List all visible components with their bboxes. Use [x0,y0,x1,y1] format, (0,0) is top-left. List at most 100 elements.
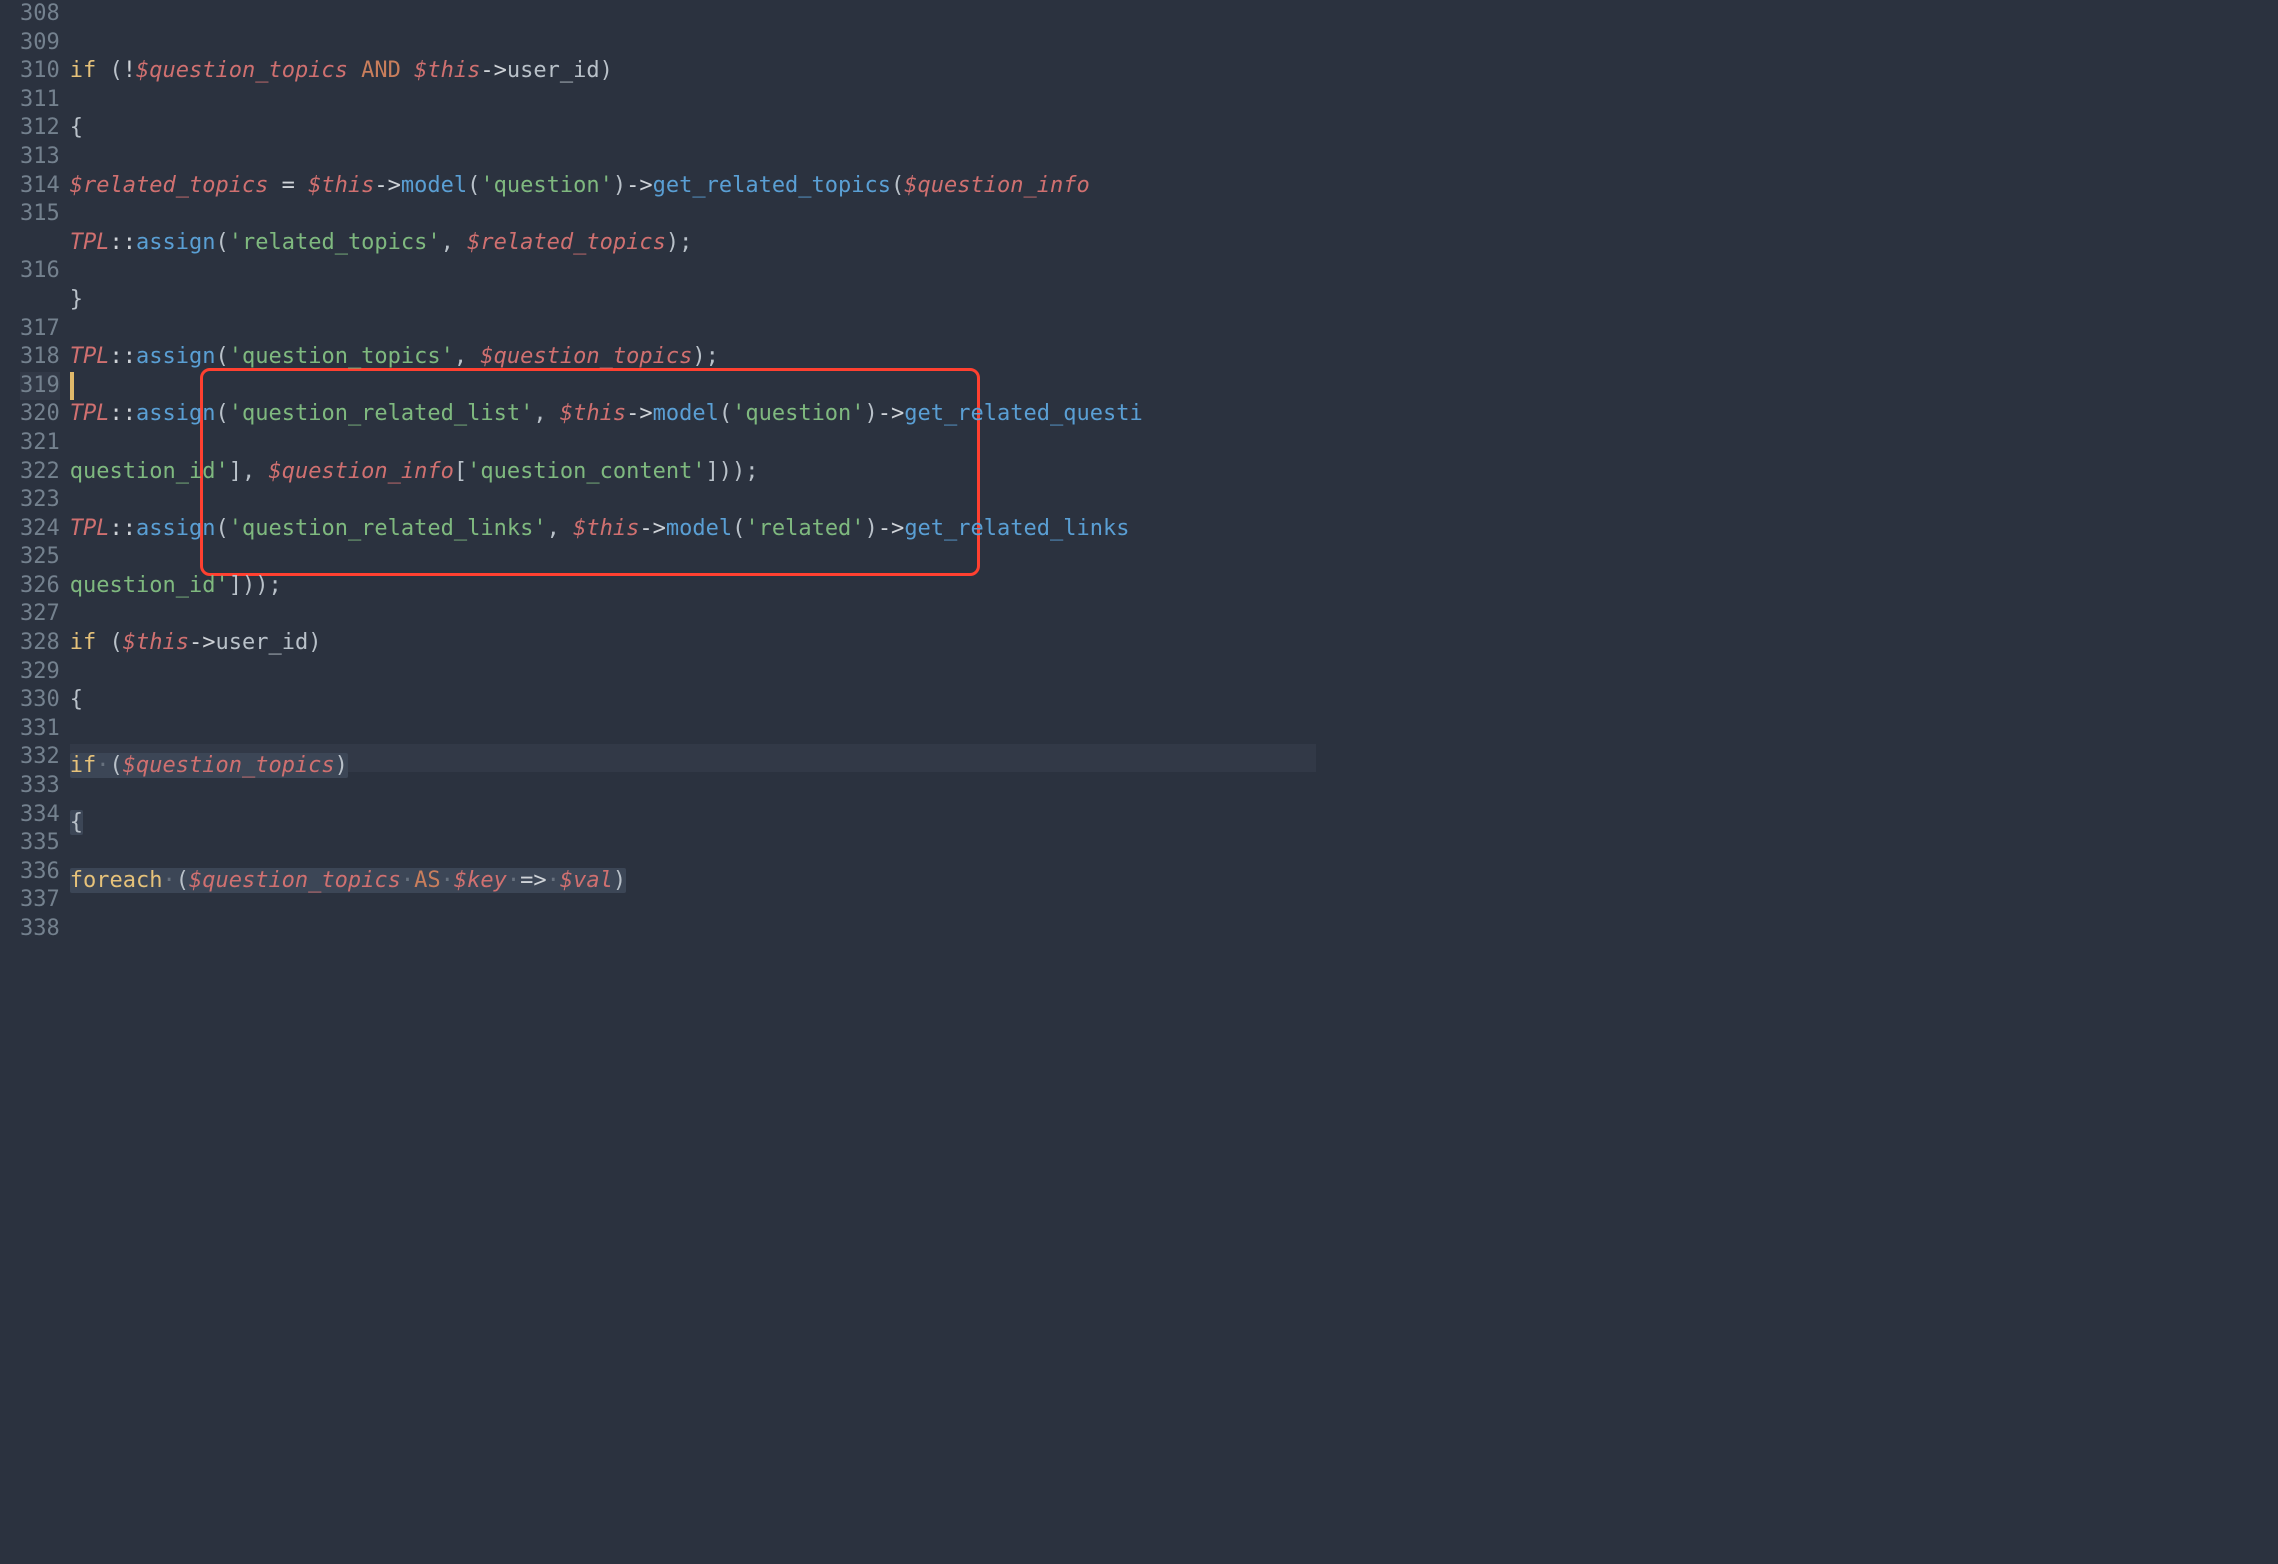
line-number: 320 [20,400,60,429]
code-line[interactable]: TPL::assign('question_topics', $question… [70,343,1316,372]
line-number: 334 [20,801,60,830]
line-number: 326 [20,572,60,601]
code-token: 'question' [732,401,864,426]
code-token: model [666,516,732,541]
code-token: assign [136,516,215,541]
line-number: 312 [20,114,60,143]
code-line[interactable]: { [70,801,1316,830]
code-token: ); [692,344,719,369]
line-number: 308 [20,0,60,29]
line-number-gutter: 3083093103113123133143153163173183193203… [0,0,70,904]
code-token: = [268,173,308,198]
code-line[interactable]: if (!$question_topics AND $this->user_id… [70,57,1316,86]
code-token: foreach [70,868,163,893]
code-token: $question_info [904,173,1089,198]
code-token: , [533,401,560,426]
code-line[interactable]: question_id'])); [70,572,1316,601]
code-token: ( [719,401,732,426]
code-token: $question_topics [189,868,401,893]
code-line[interactable]: if ($this->user_id) [70,629,1316,658]
code-token [348,58,361,83]
code-token: ])); [229,573,282,598]
code-token: ) [308,630,321,655]
line-number: 325 [20,543,60,572]
code-line[interactable]: { [70,114,1316,143]
code-token: TPL [70,344,110,369]
line-number: 329 [20,658,60,687]
line-number: 333 [20,772,60,801]
code-token: $this [308,173,374,198]
line-number: 330 [20,686,60,715]
line-number: 323 [20,486,60,515]
code-token: assign [136,401,215,426]
code-token: $question_topics [136,58,348,83]
line-number: 336 [20,858,60,887]
line-number: 321 [20,429,60,458]
code-token: model [653,401,719,426]
code-line[interactable]: TPL::assign('related_topics', $related_t… [70,229,1316,258]
code-token: $question_info [268,459,453,484]
code-token: user_id [507,58,600,83]
code-token: assign [136,344,215,369]
line-number: 314 [20,172,60,201]
code-token: :: [110,230,137,255]
code-token: ( [215,516,228,541]
code-token: $this [560,401,626,426]
code-token: ])); [706,459,759,484]
code-token: -> [626,173,653,198]
code-line[interactable] [70,0,1316,29]
code-line[interactable]: question_id'], $question_info['question_… [70,458,1316,487]
code-token: 'question_related_links' [229,516,547,541]
line-number: 315 [20,200,60,229]
line-number: 324 [20,515,60,544]
code-token: $val [560,868,613,893]
code-token: · [441,868,454,893]
line-number: 338 [20,915,60,944]
line-number: 316 [20,257,60,286]
code-token: model [401,173,467,198]
code-token: ) [865,516,878,541]
code-line[interactable]: { [70,686,1316,715]
code-token: -> [480,58,507,83]
code-line[interactable]: if·($question_topics) [70,744,1316,773]
line-number: 310 [20,57,60,86]
code-token: question_id' [70,573,229,598]
code-token: AND [361,58,401,83]
code-line[interactable]: foreach·($question_topics·AS·$key·=>·$va… [70,858,1316,887]
code-token: if [70,753,97,778]
line-number: 319 [20,372,60,401]
code-token: ( [732,516,745,541]
code-token: if [70,58,97,83]
line-number: 328 [20,629,60,658]
code-token: 'related' [745,516,864,541]
code-content[interactable]: if (!$question_topics AND $this->user_id… [70,0,1316,904]
code-token: $key [454,868,507,893]
code-token: · [162,868,175,893]
code-token: get_related_topics [653,173,891,198]
code-token: ) [613,868,626,893]
code-line[interactable]: $related_topics = $this->model('question… [70,172,1316,201]
code-token: $related_topics [70,173,269,198]
code-token: 'question_related_list' [229,401,534,426]
code-token: get_related_questi [904,401,1142,426]
code-line[interactable]: TPL::assign('question_related_links', $t… [70,515,1316,544]
line-number: 337 [20,886,60,915]
code-token: ( [96,58,123,83]
line-number: 332 [20,743,60,772]
line-number [20,229,60,258]
line-number: 322 [20,458,60,487]
code-token: ); [666,230,693,255]
code-line[interactable]: TPL::assign('question_related_list', $th… [70,400,1316,429]
code-token: · [96,753,109,778]
code-token: { [70,687,83,712]
code-line[interactable]: } [70,286,1316,315]
code-token: -> [639,516,666,541]
code-token: -> [878,516,905,541]
code-token: user_id [215,630,308,655]
code-token: { [70,810,83,835]
code-token: -> [626,401,653,426]
code-token: ) [335,753,348,778]
code-token: } [70,287,83,312]
code-token: ( [110,753,123,778]
code-token: if [70,630,97,655]
